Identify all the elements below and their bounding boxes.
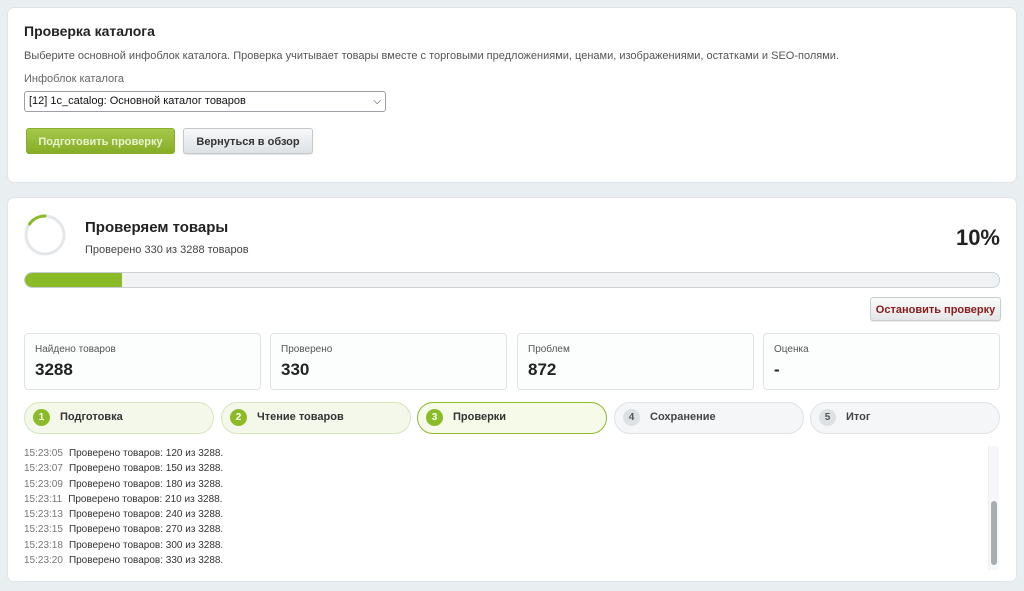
step-preparation: 1 Подготовка xyxy=(24,402,214,434)
log-text: Проверено товаров: 270 из 3288. xyxy=(68,524,224,536)
step-number: 4 xyxy=(623,409,640,426)
log-entry: 15:23:20 Проверено товаров: 330 из 3288. xyxy=(24,553,1000,568)
step-number: 3 xyxy=(426,409,443,426)
iblock-select-value: [12] 1c_catalog: Основной каталог товаро… xyxy=(29,95,246,107)
step-label: Чтение товаров xyxy=(257,411,344,423)
log-list[interactable]: 15:23:05 Проверено товаров: 120 из 3288. … xyxy=(24,446,1000,570)
log-text: Проверено товаров: 150 из 3288. xyxy=(68,463,224,475)
step-label: Итог xyxy=(846,411,871,423)
catalog-check-panel: Проверка каталога Выберите основной инфо… xyxy=(8,8,1016,182)
progress-percent: 10% xyxy=(955,225,1000,250)
log-text: Проверено товаров: 210 из 3288. xyxy=(68,493,223,505)
log-text: Проверено товаров: 240 из 3288. xyxy=(68,509,224,521)
step-result: 5 Итог xyxy=(810,402,1000,434)
step-checks: 3 Проверки xyxy=(417,402,607,434)
stat-problems: Проблем 872 xyxy=(517,333,754,390)
step-reading-products: 2 Чтение товаров xyxy=(221,402,411,434)
stop-check-button[interactable]: Остановить проверку xyxy=(870,297,1001,321)
log-entry: 15:23:07 Проверено товаров: 150 из 3288. xyxy=(24,461,1000,476)
prepare-check-button[interactable]: Подготовить проверку xyxy=(26,128,175,154)
progress-panel: Проверяем товары Проверено 330 из 3288 т… xyxy=(8,198,1016,581)
step-label: Сохранение xyxy=(650,411,716,423)
stat-value: - xyxy=(774,360,780,379)
log-entry: 15:23:11 Проверено товаров: 210 из 3288. xyxy=(24,492,1000,507)
stat-value: 330 xyxy=(281,360,310,379)
panel-description: Выберите основной инфоблок каталога. Про… xyxy=(24,50,839,62)
progress-bar xyxy=(24,272,1000,288)
log-entry: 15:23:05 Проверено товаров: 120 из 3288. xyxy=(24,446,1000,461)
log-time: 15:23:07 xyxy=(24,463,63,475)
stat-value: 3288 xyxy=(35,360,73,379)
log-entry: 15:23:13 Проверено товаров: 240 из 3288. xyxy=(24,507,1000,522)
iblock-field-label: Инфоблок каталога xyxy=(24,73,124,85)
log-time: 15:23:20 xyxy=(24,555,63,567)
log-text: Проверено товаров: 330 из 3288. xyxy=(68,555,224,567)
log-time: 15:23:15 xyxy=(24,524,63,536)
log-time: 15:23:11 xyxy=(24,493,63,505)
stat-label: Проверено xyxy=(281,344,333,355)
loading-spinner-icon xyxy=(24,214,66,256)
log-text: Проверено товаров: 300 из 3288. xyxy=(68,539,224,551)
step-label: Проверки xyxy=(453,411,507,423)
stat-score: Оценка - xyxy=(763,333,1000,390)
progress-title: Проверяем товары xyxy=(85,219,229,236)
log-text: Проверено товаров: 180 из 3288. xyxy=(68,478,224,490)
log-text: Проверено товаров: 120 из 3288. xyxy=(68,448,224,459)
iblock-select[interactable]: [12] 1c_catalog: Основной каталог товаро… xyxy=(24,91,386,112)
chevron-down-icon: ⌵ xyxy=(373,96,381,107)
stat-found-products: Найдено товаров 3288 xyxy=(24,333,261,390)
step-number: 1 xyxy=(33,409,50,426)
progress-subtitle: Проверено 330 из 3288 товаров xyxy=(85,244,249,256)
stat-label: Найдено товаров xyxy=(35,344,116,355)
log-scrollbar-thumb[interactable] xyxy=(991,501,997,565)
stat-checked: Проверено 330 xyxy=(270,333,507,390)
back-to-overview-button[interactable]: Вернуться в обзор xyxy=(183,128,313,154)
stat-label: Проблем xyxy=(528,344,570,355)
progress-bar-fill xyxy=(25,273,123,287)
log-time: 15:23:09 xyxy=(24,478,63,490)
panel-title: Проверка каталога xyxy=(24,23,155,39)
log-entry: 15:23:18 Проверено товаров: 300 из 3288. xyxy=(24,538,1000,553)
step-label: Подготовка xyxy=(60,411,123,423)
step-saving: 4 Сохранение xyxy=(614,402,804,434)
step-number: 5 xyxy=(819,409,836,426)
step-number: 2 xyxy=(230,409,247,426)
log-entry: 15:23:09 Проверено товаров: 180 из 3288. xyxy=(24,477,1000,492)
stat-label: Оценка xyxy=(774,344,809,355)
log-time: 15:23:05 xyxy=(24,448,63,459)
log-scrollbar[interactable] xyxy=(988,446,999,570)
log-time: 15:23:13 xyxy=(24,509,63,521)
log-time: 15:23:18 xyxy=(24,539,63,551)
log-entry: 15:23:15 Проверено товаров: 270 из 3288. xyxy=(24,522,1000,537)
stat-value: 872 xyxy=(528,360,557,379)
